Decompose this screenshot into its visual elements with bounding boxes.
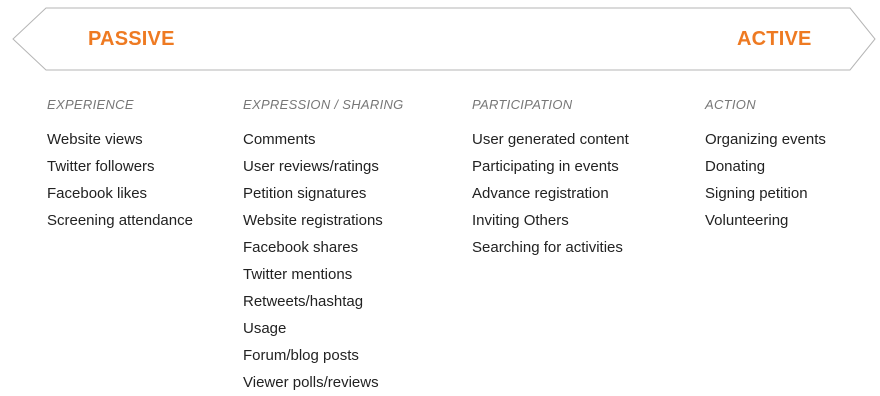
list-item: Facebook likes (47, 185, 148, 202)
list-item: Donating (705, 158, 766, 175)
list-item: Organizing events (705, 131, 826, 148)
list-item: User generated content (472, 131, 629, 148)
list-item: Screening attendance (47, 212, 193, 229)
list-item: Twitter mentions (243, 266, 353, 283)
passive-label: PASSIVE (88, 28, 175, 50)
list-item: Petition signatures (243, 185, 367, 202)
list-item: Inviting Others (472, 212, 569, 229)
list-item: Website views (47, 131, 143, 148)
column-heading: PARTICIPATION (472, 97, 573, 112)
list-item: Advance registration (472, 185, 609, 202)
list-item: Comments (243, 131, 316, 148)
column-participation: PARTICIPATION User generated content Par… (472, 96, 629, 261)
column-list: Comments User reviews/ratings Petition s… (243, 126, 404, 396)
column-heading: EXPRESSION / SHARING (243, 97, 404, 112)
list-item: Volunteering (705, 212, 789, 229)
list-item: Facebook shares (243, 239, 359, 256)
column-list: Organizing events Donating Signing petit… (705, 126, 826, 234)
active-label: ACTIVE (737, 28, 812, 50)
column-action: ACTION Organizing events Donating Signin… (705, 96, 826, 234)
engagement-spectrum-arrow: PASSIVE ACTIVE (0, 0, 880, 80)
list-item: Forum/blog posts (243, 347, 359, 364)
list-item: User reviews/ratings (243, 158, 379, 175)
column-heading: ACTION (705, 97, 756, 112)
column-list: Website views Twitter followers Facebook… (47, 126, 193, 234)
list-item: Retweets/hashtag (243, 293, 364, 310)
column-heading: EXPERIENCE (47, 97, 134, 112)
column-list: User generated content Participating in … (472, 126, 629, 261)
column-expression-sharing: EXPRESSION / SHARING Comments User revie… (243, 96, 404, 396)
list-item: Participating in events (472, 158, 619, 175)
list-item: Searching for activities (472, 239, 623, 256)
list-item: Signing petition (705, 185, 808, 202)
column-experience: EXPERIENCE Website views Twitter followe… (47, 96, 193, 234)
list-item: Twitter followers (47, 158, 155, 175)
list-item: Usage (243, 320, 287, 337)
list-item: Website registrations (243, 212, 383, 229)
